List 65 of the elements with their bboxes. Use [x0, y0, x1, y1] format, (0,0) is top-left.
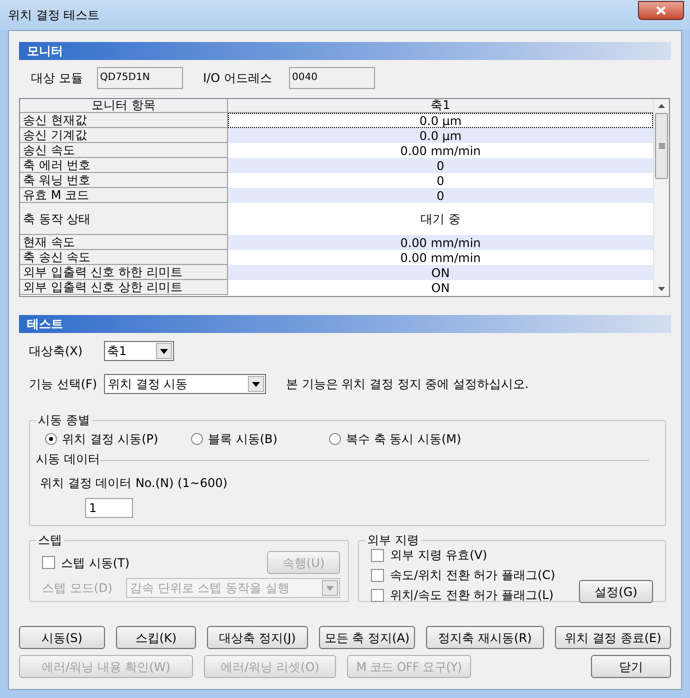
button[interactable]: 위치 결정 종료(E) [555, 626, 671, 649]
checkbox[interactable] [371, 588, 384, 602]
table-cell: 축 워닝 번호 [20, 173, 228, 188]
checkbox[interactable] [371, 568, 384, 582]
scrollbar[interactable] [653, 99, 669, 296]
button[interactable]: 시동(S) [19, 626, 105, 649]
field-label: 스텝 모드(D) [42, 580, 114, 597]
table-cell: 축 동작 상태 [20, 203, 228, 235]
function-dropdown[interactable]: 위치 결정 시동 [104, 374, 266, 394]
radio-label: 블록 시동(B) [208, 431, 278, 448]
table-cell[interactable]: 0 [228, 188, 653, 203]
readonly-field: QD75D1N [97, 67, 183, 89]
group-legend: 외부 지령 [365, 533, 421, 547]
table-cell: 송신 기계값 [20, 128, 228, 143]
section-header: 모니터 [19, 42, 671, 60]
readonly-field: 0040 [289, 67, 375, 89]
button[interactable]: 닫기 [591, 655, 671, 678]
dropdown-value: 축1 [107, 343, 127, 360]
table-cell: 축 에러 번호 [20, 158, 228, 173]
table-cell: 송신 현재값 [20, 113, 228, 128]
field-label: I/O 어드레스 [203, 70, 273, 87]
field-label: 위치 결정 데이터 No.(N) (1~600) [39, 475, 228, 492]
checkbox-label: 외부 지령 유효(V) [390, 547, 488, 564]
table-cell[interactable]: 0 [228, 158, 653, 173]
close-button[interactable] [638, 0, 684, 20]
table-cell: 외부 입출력 신호 상한 리미트 [20, 280, 228, 295]
group-legend: 스텝 [36, 533, 64, 547]
section-label: 시동 데이터 [36, 451, 100, 468]
dropdown-value: 감속 단위로 스텝 동작을 실행 [130, 580, 290, 597]
table-cell: 유효 M 코드 [20, 188, 228, 203]
table-cell: 축 송신 속도 [20, 250, 228, 265]
table-cell[interactable]: 0.0 µm [228, 113, 653, 128]
group-legend: 시동 종별 [36, 413, 92, 427]
table-cell: 송신 속도 [20, 143, 228, 158]
checkbox[interactable] [42, 556, 55, 569]
radio-button[interactable] [45, 433, 57, 445]
button[interactable]: 대상축 정지(J) [207, 626, 308, 649]
button[interactable]: 정지축 재시동(R) [426, 626, 544, 649]
radio-label: 위치 결정 시동(P) [62, 431, 158, 448]
close-icon [656, 6, 666, 14]
checkbox[interactable] [371, 548, 384, 562]
table-cell: 현재 속도 [20, 235, 228, 250]
checkbox-label: 스텝 시동(T) [61, 554, 131, 572]
field-label: 기능 선택(F) [29, 376, 98, 393]
checkbox-label: 속도/위치 전환 허가 플래그(C) [390, 567, 556, 584]
table-cell[interactable]: ON [228, 265, 653, 280]
section-header: 테스트 [19, 315, 671, 333]
radio-label: 복수 축 동시 시동(M) [346, 431, 462, 448]
table-cell[interactable]: 0.0 µm [228, 128, 653, 143]
hint-text: 본 기능은 위치 결정 정지 중에 설정하십시오. [286, 376, 529, 393]
radio-button[interactable] [329, 433, 341, 445]
button[interactable]: 스킵(K) [116, 626, 196, 649]
scroll-thumb[interactable] [655, 113, 668, 179]
input-field[interactable]: 1 [85, 498, 133, 518]
field-label: 대상 모듈 [31, 70, 84, 87]
window-title: 위치 결정 테스트 [8, 7, 100, 24]
dropdown-value: 위치 결정 시동 [108, 376, 188, 393]
table-cell: 외부 입출력 신호 하한 리미트 [20, 265, 228, 280]
button[interactable]: 설정(G) [579, 580, 653, 603]
table-cell[interactable]: 0.00 mm/min [228, 235, 653, 250]
field-label: 대상축(X) [29, 343, 84, 360]
checkbox-label: 위치/속도 전환 허가 플래그(L) [390, 587, 554, 604]
button[interactable]: 모든 축 정지(A) [319, 626, 415, 649]
radio-button[interactable] [191, 433, 203, 445]
axis-dropdown[interactable]: 축1 [104, 341, 174, 361]
